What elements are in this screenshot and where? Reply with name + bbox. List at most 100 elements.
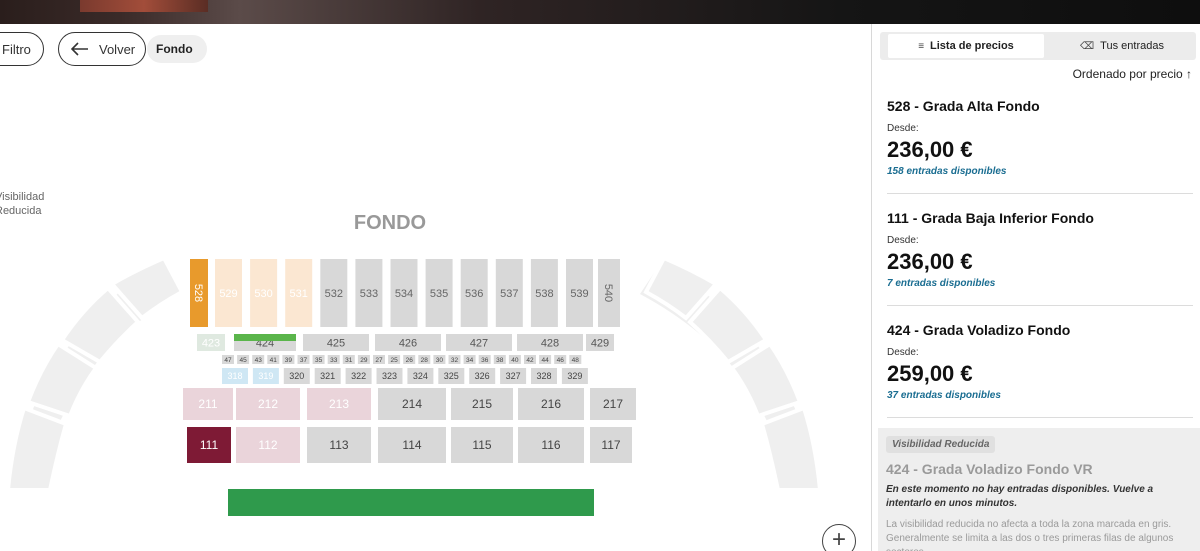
section-535[interactable]: 535: [425, 259, 453, 327]
section-44[interactable]: 44: [539, 355, 552, 364]
section-113[interactable]: 113: [307, 427, 371, 463]
tab-price-list[interactable]: ≡ Lista de precios: [888, 34, 1044, 58]
svg-text:429: 429: [591, 337, 609, 349]
section-38[interactable]: 38: [493, 355, 506, 364]
section-528[interactable]: 528: [190, 259, 208, 327]
section-29[interactable]: 29: [357, 355, 370, 364]
section-534[interactable]: 534: [390, 259, 418, 327]
section-533[interactable]: 533: [355, 259, 383, 327]
section-213[interactable]: 213: [307, 388, 371, 420]
svg-text:42: 42: [526, 357, 534, 364]
section-111[interactable]: 111: [187, 427, 231, 463]
section-26[interactable]: 26: [403, 355, 416, 364]
section-216[interactable]: 216: [518, 388, 584, 420]
svg-text:41: 41: [270, 357, 278, 364]
section-31[interactable]: 31: [342, 355, 355, 364]
section-537[interactable]: 537: [495, 259, 523, 327]
section-536[interactable]: 536: [460, 259, 488, 327]
list-icon: ≡: [918, 40, 925, 52]
section-540[interactable]: 540: [598, 259, 620, 327]
svg-text:529: 529: [219, 288, 237, 300]
listing-card[interactable]: 424 - Grada Voladizo Fondo Desde: 259,00…: [887, 322, 1193, 401]
section-34[interactable]: 34: [463, 355, 476, 364]
svg-text:321: 321: [320, 371, 335, 381]
section-27[interactable]: 27: [373, 355, 385, 364]
section-426[interactable]: 426: [375, 334, 441, 351]
section-217[interactable]: 217: [590, 388, 636, 420]
back-button[interactable]: Volver: [58, 32, 146, 66]
listing-from-label: Desde:: [887, 235, 919, 246]
section-423[interactable]: 423: [197, 334, 225, 351]
listing-price: 236,00 €: [887, 137, 973, 162]
section-324[interactable]: 324: [407, 368, 434, 384]
section-25[interactable]: 25: [388, 355, 401, 364]
svg-text:324: 324: [413, 371, 428, 381]
section-529[interactable]: 529: [215, 259, 242, 327]
tab-your-tickets[interactable]: ⌫ Tus entradas: [1050, 34, 1194, 58]
section-325[interactable]: 325: [438, 368, 465, 384]
section-328[interactable]: 328: [531, 368, 557, 384]
sort-toggle[interactable]: Ordenado por precio ↑: [1073, 67, 1192, 81]
section-48[interactable]: 48: [569, 355, 582, 364]
section-30[interactable]: 30: [433, 355, 446, 364]
section-319[interactable]: 319: [252, 368, 279, 384]
section-112[interactable]: 112: [236, 427, 300, 463]
svg-text:48: 48: [572, 357, 580, 364]
section-428[interactable]: 428: [517, 334, 583, 351]
section-326[interactable]: 326: [469, 368, 496, 384]
section-320[interactable]: 320: [283, 368, 310, 384]
section-115[interactable]: 115: [451, 427, 513, 463]
section-39[interactable]: 39: [282, 355, 295, 364]
section-117[interactable]: 117: [590, 427, 632, 463]
section-33[interactable]: 33: [327, 355, 340, 364]
svg-text:45: 45: [239, 357, 247, 364]
section-41[interactable]: 41: [267, 355, 280, 364]
section-42[interactable]: 42: [524, 355, 536, 364]
section-36[interactable]: 36: [478, 355, 491, 364]
section-538[interactable]: 538: [530, 259, 558, 327]
section-329[interactable]: 329: [561, 368, 588, 384]
svg-text:36: 36: [481, 357, 489, 364]
filter-button[interactable]: Filtro: [0, 32, 44, 66]
section-211[interactable]: 211: [183, 388, 233, 420]
section-427[interactable]: 427: [446, 334, 512, 351]
section-321[interactable]: 321: [314, 368, 341, 384]
section-531[interactable]: 531: [285, 259, 313, 327]
small-box-row: 47 45 43 41 39 37 35 33 31 29 27 25 26 28 30 32 34 36 38 40…: [222, 355, 582, 364]
section-425[interactable]: 425: [303, 334, 369, 351]
svg-text:533: 533: [360, 288, 378, 300]
section-46[interactable]: 46: [554, 355, 567, 364]
section-212[interactable]: 212: [236, 388, 300, 420]
stadium-seat-map[interactable]: FONDO 528 529 530 531 532 533 534 535 536 537 538 5…: [0, 184, 871, 551]
section-37[interactable]: 37: [297, 355, 310, 364]
section-530[interactable]: 530: [250, 259, 278, 327]
section-322[interactable]: 322: [345, 368, 372, 384]
section-539[interactable]: 539: [566, 259, 593, 327]
section-215[interactable]: 215: [451, 388, 513, 420]
listing-name: 111 - Grada Baja Inferior Fondo: [887, 210, 1094, 226]
svg-text:326: 326: [475, 371, 490, 381]
section-532[interactable]: 532: [320, 259, 348, 327]
listing-card[interactable]: 111 - Grada Baja Inferior Fondo Desde: 2…: [887, 210, 1193, 289]
svg-text:536: 536: [465, 288, 483, 300]
section-323[interactable]: 323: [376, 368, 403, 384]
section-116[interactable]: 116: [518, 427, 584, 463]
svg-text:427: 427: [470, 337, 488, 349]
section-318[interactable]: 318: [222, 368, 248, 384]
section-429[interactable]: 429: [586, 334, 614, 351]
svg-text:530: 530: [254, 288, 272, 300]
section-47[interactable]: 47: [222, 355, 234, 364]
listing-card[interactable]: 528 - Grada Alta Fondo Desde: 236,00 € 1…: [887, 98, 1193, 177]
section-40[interactable]: 40: [508, 355, 521, 364]
section-214[interactable]: 214: [378, 388, 446, 420]
section-114[interactable]: 114: [378, 427, 446, 463]
svg-text:44: 44: [541, 357, 549, 364]
section-32[interactable]: 32: [448, 355, 461, 364]
section-35[interactable]: 35: [312, 355, 325, 364]
svg-text:537: 537: [500, 288, 518, 300]
section-43[interactable]: 43: [252, 355, 265, 364]
section-45[interactable]: 45: [237, 355, 250, 364]
section-28[interactable]: 28: [418, 355, 431, 364]
section-327[interactable]: 327: [500, 368, 527, 384]
zoom-in-button[interactable]: +: [822, 524, 856, 551]
